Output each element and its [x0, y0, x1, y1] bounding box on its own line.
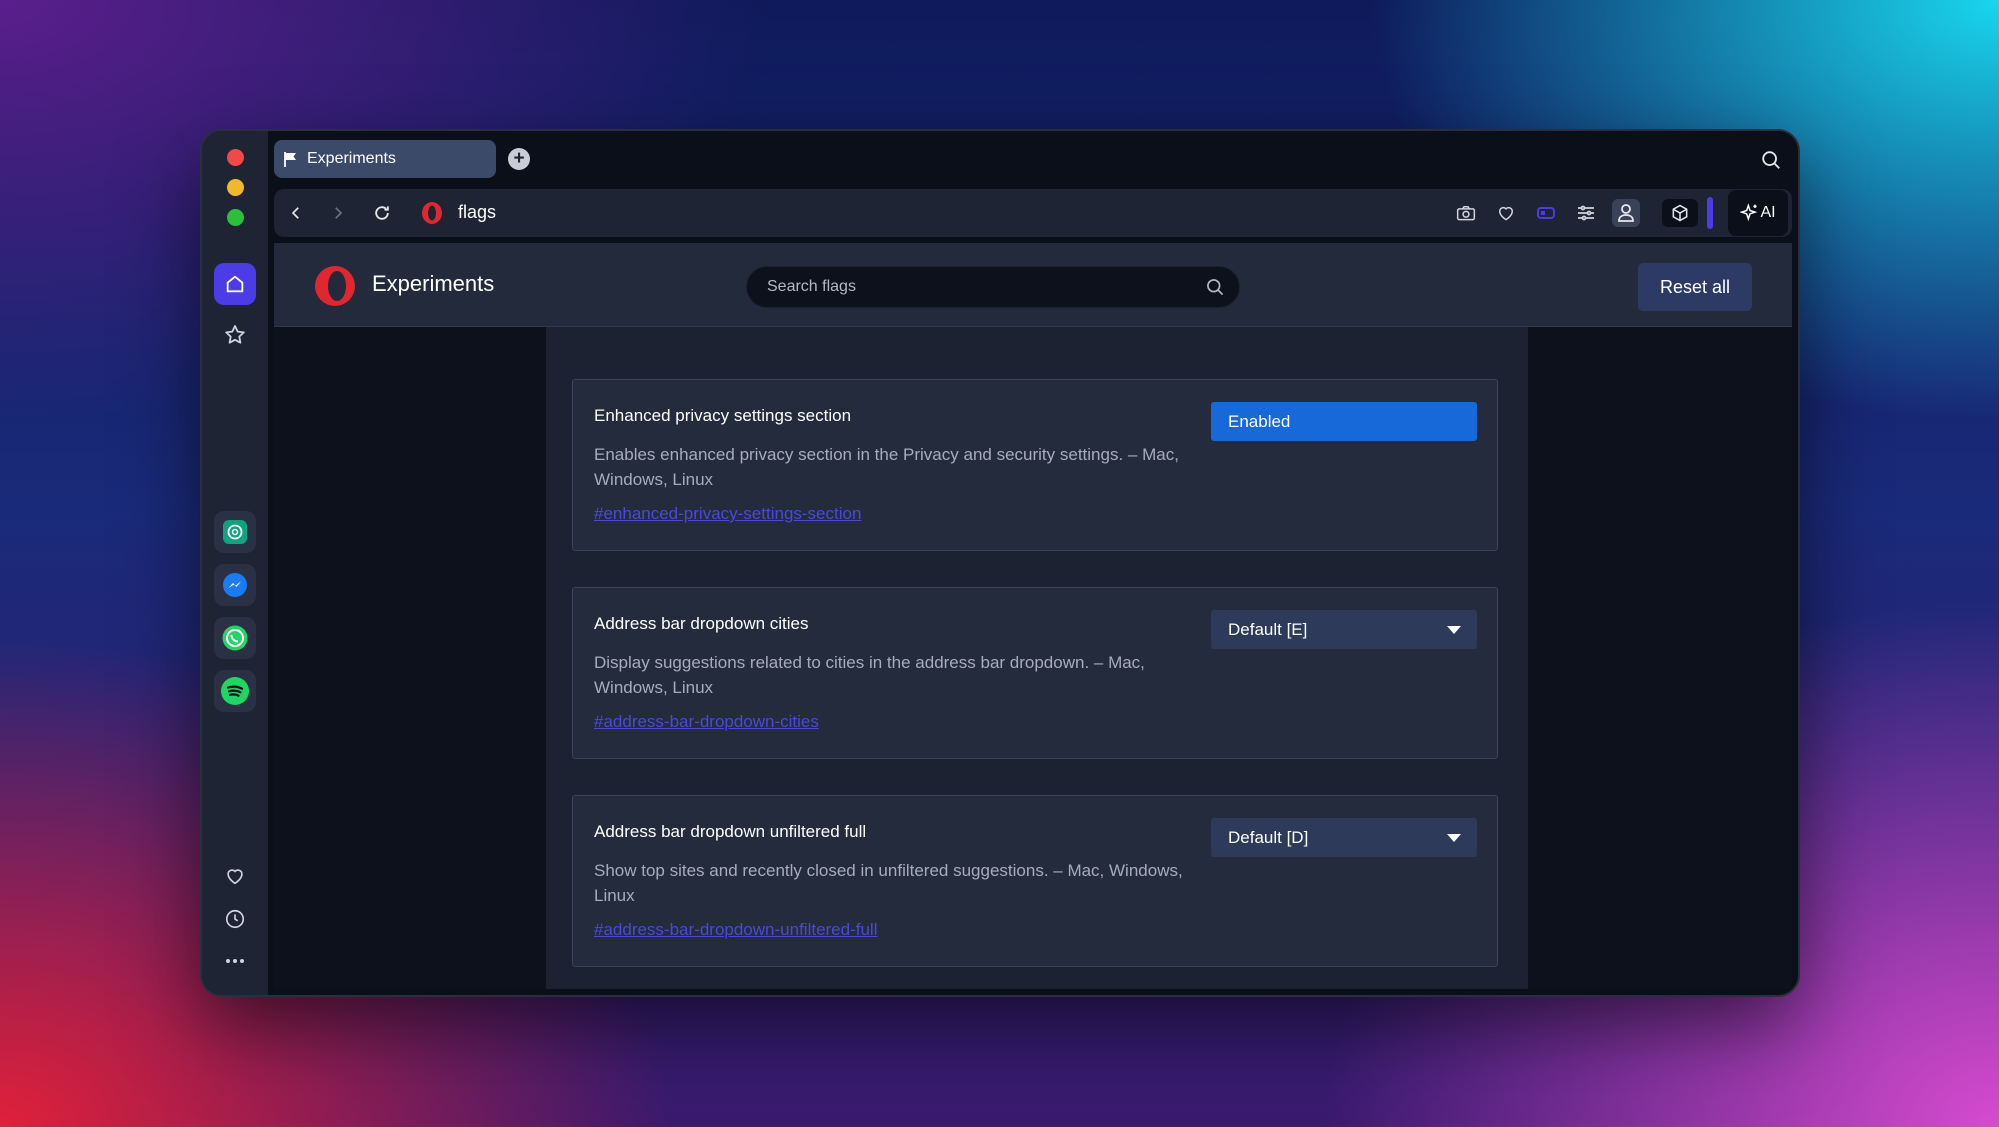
tab-bar: Experiments +: [272, 131, 1798, 187]
history-clock-icon[interactable]: [214, 898, 256, 940]
flag-title: Address bar dropdown cities: [594, 614, 809, 633]
back-icon[interactable]: [284, 201, 308, 225]
more-options-icon[interactable]: [214, 940, 256, 982]
flag-card: Address bar dropdown cities Display sugg…: [572, 587, 1498, 759]
flag-state-select[interactable]: Default [E]: [1211, 610, 1477, 649]
flag-anchor-link[interactable]: #enhanced-privacy-settings-section: [594, 504, 861, 524]
reset-all-button[interactable]: Reset all: [1638, 263, 1752, 311]
flags-header: Experiments Reset all: [274, 243, 1792, 327]
favorite-heart-icon[interactable]: [1492, 199, 1520, 227]
flags-list: Enhanced privacy settings section Enable…: [546, 327, 1528, 989]
forward-icon[interactable]: [326, 201, 350, 225]
favorites-heart-icon[interactable]: [214, 855, 256, 897]
page-content: Experiments Reset all Enhanced privacy s…: [274, 243, 1792, 989]
tab-experiments[interactable]: Experiments: [274, 140, 496, 178]
profile-icon[interactable]: [1612, 199, 1640, 227]
flag-description: Display suggestions related to cities in…: [594, 653, 1145, 697]
search-flags-box: [746, 266, 1240, 308]
minimize-window-button[interactable]: [227, 179, 244, 196]
flag-anchor-link[interactable]: #address-bar-dropdown-unfiltered-full: [594, 920, 877, 940]
url-text[interactable]: flags: [458, 202, 496, 223]
reload-icon[interactable]: [370, 201, 394, 225]
page-title: Experiments: [372, 271, 495, 296]
flag-state-select[interactable]: Enabled: [1211, 402, 1477, 441]
chatgpt-icon[interactable]: [214, 511, 256, 553]
select-value: Enabled: [1228, 412, 1291, 431]
bookmark-star-icon[interactable]: [214, 314, 256, 356]
flag-card: Enhanced privacy settings section Enable…: [572, 379, 1498, 551]
select-value: Default [D]: [1228, 828, 1309, 847]
active-indicator: [1707, 197, 1713, 229]
flag-title: Address bar dropdown unfiltered full: [594, 822, 867, 841]
spotify-icon[interactable]: [214, 670, 256, 712]
sidebar: [202, 131, 268, 995]
browser-window: Experiments + flags AI Experiments Searc…: [200, 129, 1800, 997]
chevron-down-icon: [1447, 834, 1461, 842]
search-icon[interactable]: [1205, 277, 1225, 302]
aria-ai-button[interactable]: AI: [1728, 190, 1788, 236]
opera-logo-icon: [315, 266, 355, 306]
flag-icon: [284, 152, 296, 167]
flag-anchor-link[interactable]: #address-bar-dropdown-cities: [594, 712, 819, 732]
flag-card: Address bar dropdown unfiltered full Sho…: [572, 795, 1498, 967]
opera-logo-icon: [420, 201, 444, 225]
search-flags-input[interactable]: [767, 267, 1187, 307]
easy-setup-sliders-icon[interactable]: [1572, 199, 1600, 227]
sparkle-icon: [1740, 203, 1758, 222]
maximize-window-button[interactable]: [227, 209, 244, 226]
tab-search-icon[interactable]: [1760, 149, 1782, 176]
new-tab-button[interactable]: +: [508, 148, 530, 170]
flag-description: Show top sites and recently closed in un…: [594, 861, 1183, 905]
flag-title: Enhanced privacy settings section: [594, 406, 852, 425]
flag-state-select[interactable]: Default [D]: [1211, 818, 1477, 857]
tab-label: Experiments: [307, 150, 396, 167]
address-bar: flags AI: [274, 189, 1792, 237]
snapshot-camera-icon[interactable]: [1452, 199, 1480, 227]
battery-saver-icon[interactable]: [1532, 199, 1560, 227]
chevron-down-icon: [1447, 626, 1461, 634]
select-value: Default [E]: [1228, 620, 1308, 639]
home-icon[interactable]: [214, 263, 256, 305]
messenger-icon[interactable]: [214, 564, 256, 606]
ai-label: AI: [1760, 204, 1776, 221]
close-window-button[interactable]: [227, 149, 244, 166]
flag-description: Enables enhanced privacy section in the …: [594, 445, 1179, 489]
whatsapp-icon[interactable]: [214, 617, 256, 659]
extensions-cube-icon[interactable]: [1662, 199, 1698, 227]
